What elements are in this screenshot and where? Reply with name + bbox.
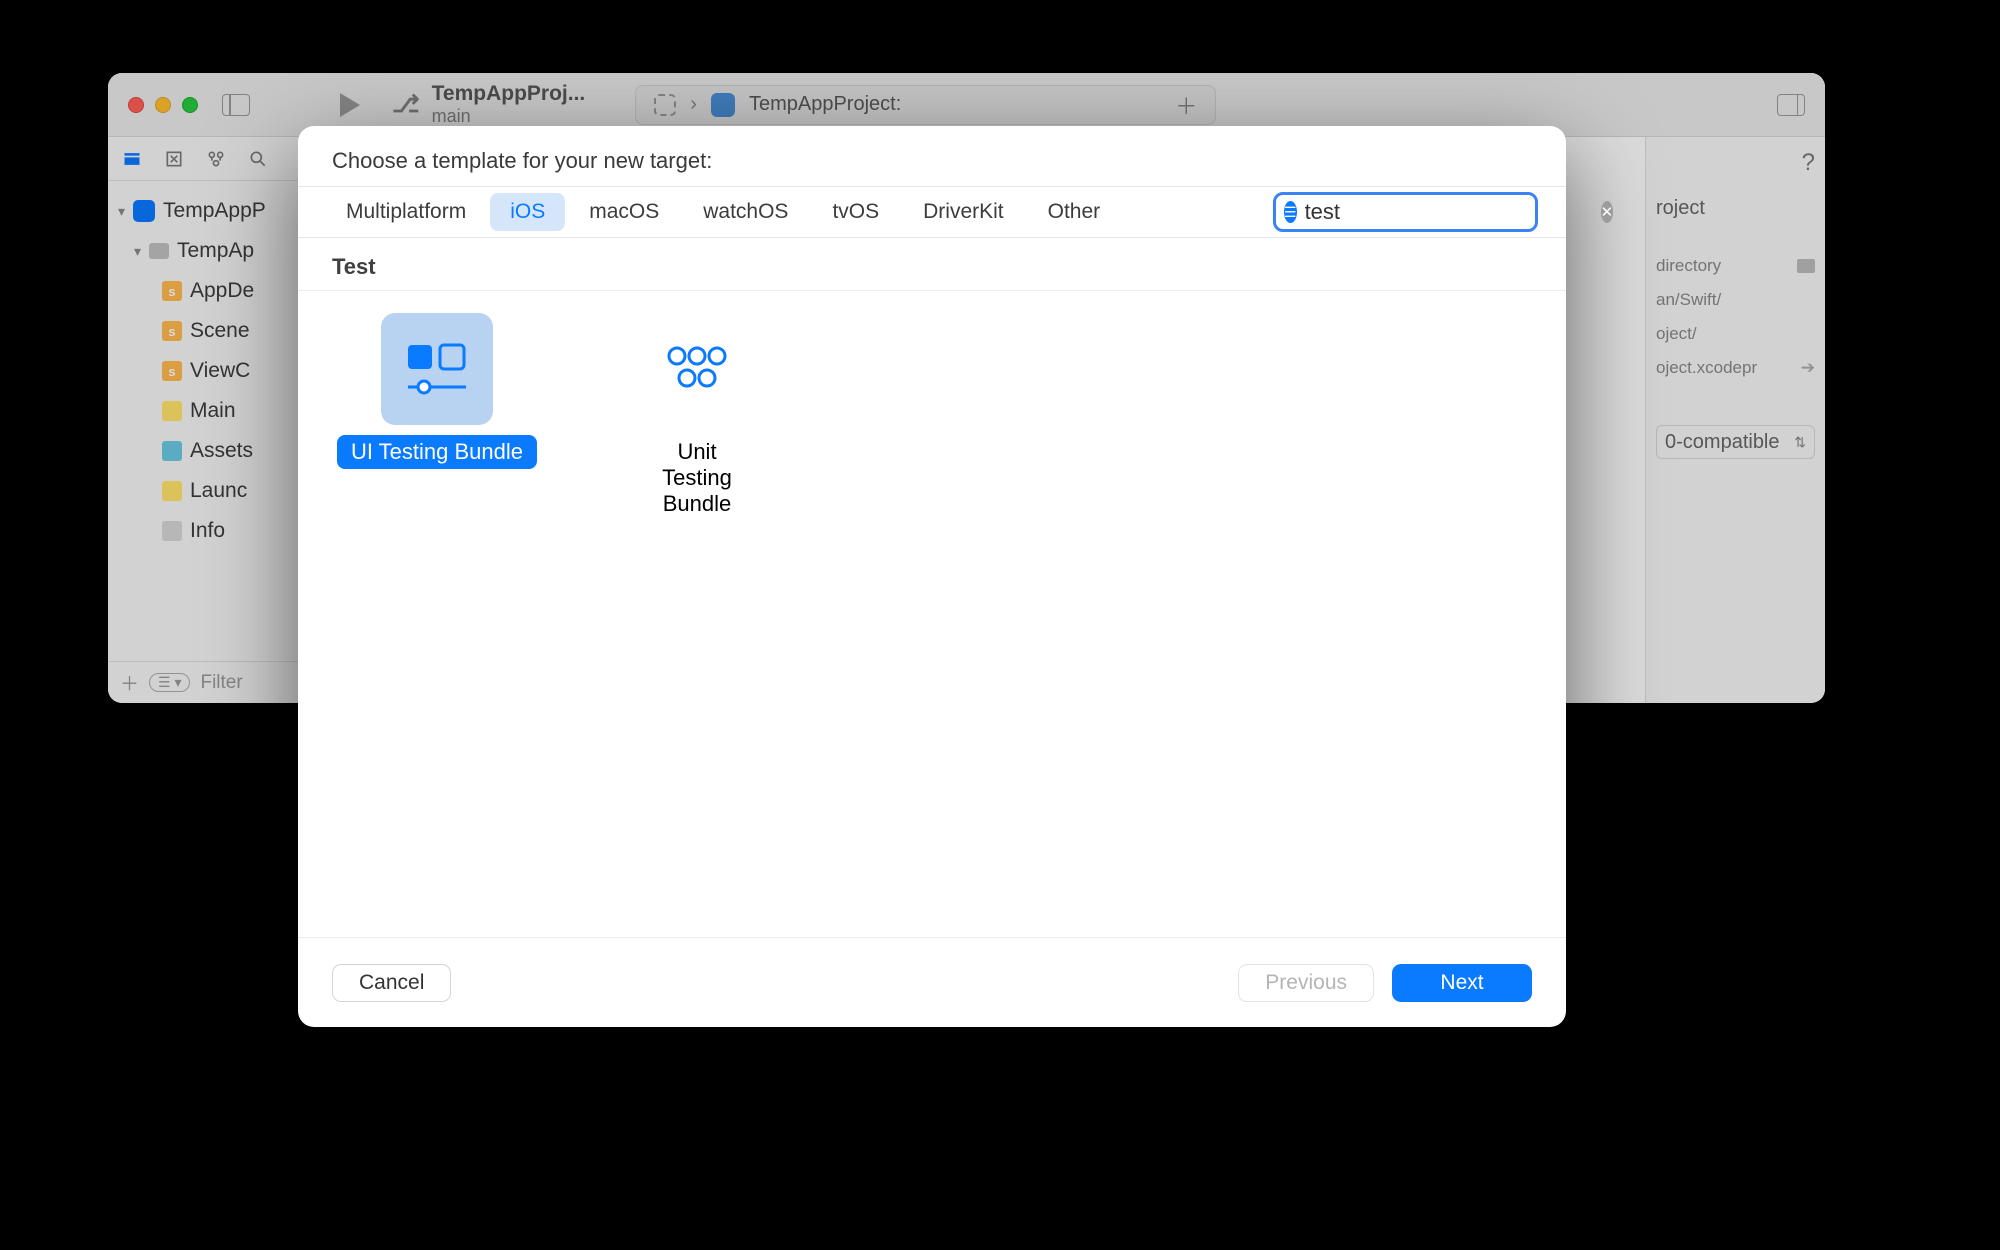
sheet-title: Choose a template for your new target:: [298, 126, 1566, 186]
template-area: Test UI Testing Bundle: [298, 238, 1566, 937]
platform-tab-other[interactable]: Other: [1028, 193, 1121, 231]
template-search-input[interactable]: [1305, 199, 1593, 225]
platform-tab-tvos[interactable]: tvOS: [812, 193, 899, 231]
sheet-footer: Cancel Previous Next: [298, 937, 1566, 1027]
platform-tab-macos[interactable]: macOS: [569, 193, 679, 231]
unit-testing-bundle-icon: [641, 313, 753, 425]
template-grid: UI Testing Bundle Unit Testing Bundle: [298, 291, 1566, 543]
new-target-sheet: Choose a template for your new target: M…: [298, 126, 1566, 1027]
ui-testing-bundle-icon: [381, 313, 493, 425]
template-section-header: Test: [298, 238, 1566, 291]
template-unit-testing-bundle[interactable]: Unit Testing Bundle: [592, 313, 802, 521]
platform-tab-ios[interactable]: iOS: [490, 193, 565, 231]
template-search-field[interactable]: ☰ ✕: [1273, 192, 1538, 232]
template-label: Unit Testing Bundle: [627, 435, 767, 521]
clear-search-button[interactable]: ✕: [1601, 201, 1614, 223]
platform-tab-driverkit[interactable]: DriverKit: [903, 193, 1024, 231]
cancel-button[interactable]: Cancel: [332, 964, 451, 1002]
platform-tab-bar: Multiplatform iOS macOS watchOS tvOS Dri…: [298, 186, 1566, 238]
filter-icon[interactable]: ☰: [1284, 201, 1297, 223]
next-button[interactable]: Next: [1392, 964, 1532, 1002]
template-ui-testing-bundle[interactable]: UI Testing Bundle: [332, 313, 542, 521]
previous-button: Previous: [1238, 964, 1374, 1002]
platform-tab-multiplatform[interactable]: Multiplatform: [326, 193, 486, 231]
template-label: UI Testing Bundle: [337, 435, 537, 469]
platform-tab-watchos[interactable]: watchOS: [683, 193, 808, 231]
